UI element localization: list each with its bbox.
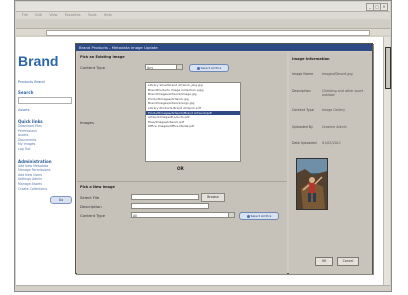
content-type-select-2[interactable]: All <box>131 212 235 218</box>
image-preview <box>296 158 328 210</box>
select-file-label: Select File <box>80 195 100 200</box>
content-type-label: Content Type <box>80 65 106 70</box>
info-key: Image Name <box>292 72 314 76</box>
menu-file[interactable]: File <box>22 12 28 19</box>
admin-link[interactable]: Create Collections <box>18 187 78 192</box>
menu-view[interactable]: View <box>49 12 57 19</box>
select-all-pics-label-2: Select All Pics <box>250 214 272 218</box>
info-key: Uploaded By <box>292 125 313 129</box>
info-value: 01/05/2011 <box>322 141 342 145</box>
info-key: Description <box>292 89 311 93</box>
new-image-heading: Pick a New Image <box>80 185 115 189</box>
existing-image-heading: Pick an Existing Image <box>80 55 125 59</box>
dialog-titlebar[interactable]: Brand Products - Metadata Image Update <box>76 44 372 51</box>
chevron-down-icon[interactable] <box>228 213 234 217</box>
menu-help[interactable]: Help <box>104 12 112 19</box>
scrollbar-thumb[interactable] <box>385 47 391 89</box>
menu-tools[interactable]: Tools <box>88 12 97 19</box>
search-input[interactable] <box>18 97 72 104</box>
ok-button[interactable]: OK <box>315 257 333 266</box>
content-type-value: Any <box>147 66 154 70</box>
climber-photo <box>297 159 327 209</box>
browse-button[interactable]: Browse <box>201 193 225 202</box>
address-bar <box>16 29 390 36</box>
menu-favorites[interactable]: Favorites <box>65 12 81 19</box>
close-icon[interactable]: × <box>380 3 388 11</box>
info-value: ImageofDesert.jpg <box>322 72 353 76</box>
select-all-pics-label: Select All Pics <box>200 66 222 70</box>
info-value: Climbing and other sport outdoor <box>322 89 364 98</box>
brand-logo[interactable]: Brand <box>18 53 58 69</box>
arrow-icon <box>196 66 200 70</box>
quick-link[interactable]: Log Out <box>18 147 78 152</box>
content-type-select[interactable]: Any <box>145 64 183 70</box>
cancel-button[interactable]: Cancel <box>337 257 359 266</box>
metadata-dialog: Brand Products - Metadata Image Update P… <box>75 43 373 274</box>
browser-toolbar <box>16 20 390 29</box>
dialog-form-panel: Pick an Existing Image Content Type Any … <box>77 52 287 274</box>
arrow-icon <box>246 214 250 218</box>
description-input[interactable] <box>131 203 209 209</box>
image-information-heading: Image Information <box>292 57 330 61</box>
image-listbox[interactable]: Library Smartbrand Artwork_pkg.jpg Brand… <box>145 82 241 162</box>
browser-titlebar: _ □ × <box>16 2 390 12</box>
nav-link-assets[interactable]: Assets <box>18 108 78 112</box>
select-file-input[interactable] <box>131 194 199 200</box>
address-input[interactable] <box>46 30 370 36</box>
or-separator: OR <box>177 166 184 171</box>
left-navigation: Products Brand Search Assets Quick links… <box>18 80 78 205</box>
info-value: Graeme Admin <box>322 125 347 129</box>
chevron-down-icon[interactable] <box>176 65 182 69</box>
description-label: Description <box>80 204 102 209</box>
menu-edit[interactable]: Edit <box>35 12 42 19</box>
search-heading: Search <box>18 90 34 95</box>
menu-bar: File Edit View Favorites Tools Help <box>16 12 390 19</box>
info-value: Image Gallery <box>322 108 346 112</box>
info-key: Content Type <box>292 108 314 112</box>
admin-go-button[interactable]: Go <box>50 196 72 205</box>
dialog-title: Brand Products - Metadata Image Update <box>79 45 158 50</box>
content-type-label-2: Content Type <box>80 213 106 218</box>
info-key: Date Uploaded <box>292 141 317 145</box>
content-type-value-2: All <box>133 214 137 218</box>
select-all-pics-button-2[interactable]: Select All Pics <box>239 212 279 220</box>
list-item[interactable]: Office Images/Office Media.pdf <box>146 124 240 129</box>
select-all-pics-button[interactable]: Select All Pics <box>189 64 229 72</box>
status-bar <box>16 285 390 290</box>
section-divider <box>77 181 287 182</box>
image-information-panel: Image Information Image Name ImageofDese… <box>289 52 372 274</box>
images-label: Images <box>80 120 94 125</box>
vertical-scrollbar[interactable] <box>383 37 391 289</box>
nav-top-links[interactable]: Products Brand <box>18 80 78 86</box>
